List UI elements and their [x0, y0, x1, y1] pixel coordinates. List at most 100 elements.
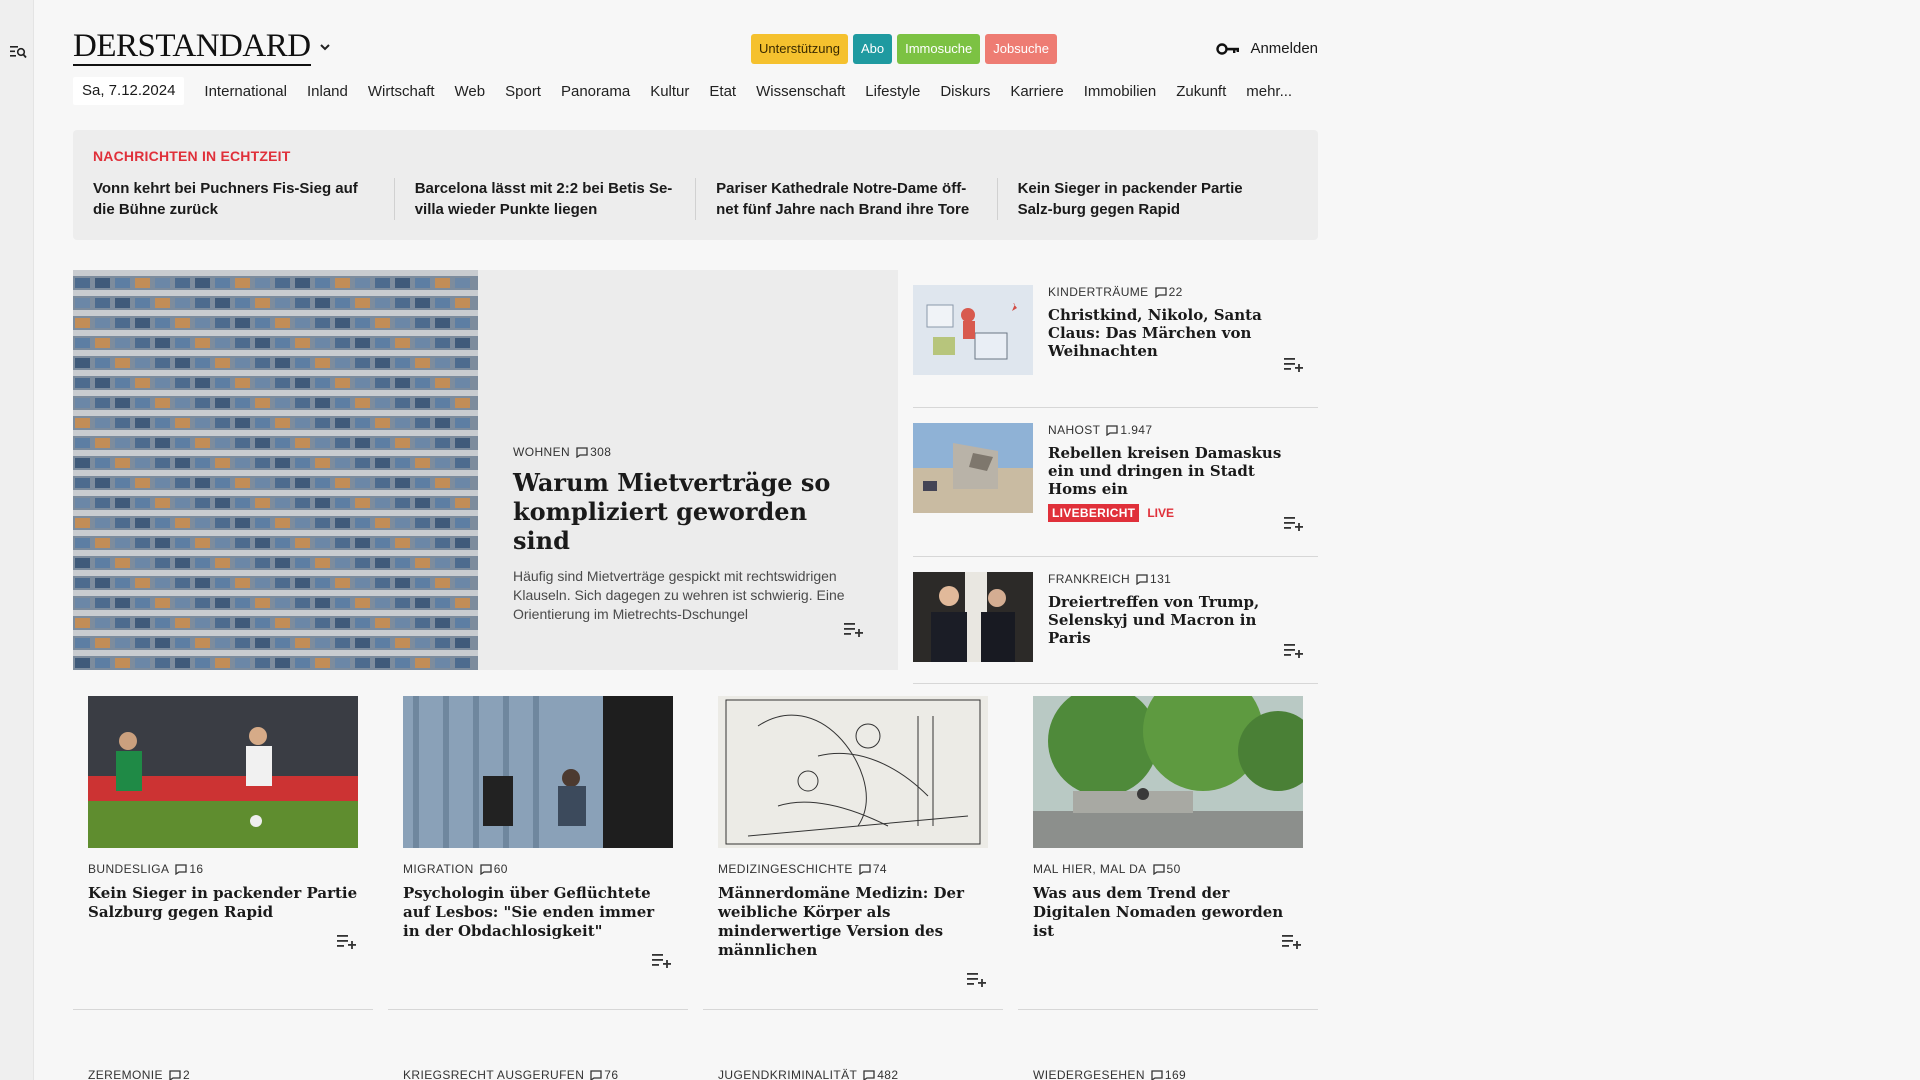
chevron-down-icon[interactable]	[318, 40, 332, 54]
comment-count[interactable]: 74	[859, 862, 887, 876]
add-to-list-icon[interactable]	[1283, 514, 1305, 532]
article-title[interactable]: Was aus dem Trend der Digitalen Nomaden …	[1033, 884, 1303, 941]
nav-more[interactable]: mehr...	[1246, 83, 1292, 100]
nav-item[interactable]: Karriere	[1010, 83, 1063, 100]
hero-article[interactable]: WOHNEN 308 Warum Mietverträge so kompliz…	[73, 270, 898, 670]
article-title[interactable]: Psychologin über Geflüchtete auf Lesbos:…	[403, 884, 673, 941]
kicker-label: JUGENDKRIMINALITÄT	[718, 1068, 858, 1080]
article-image	[913, 423, 1033, 513]
add-to-list-icon[interactable]	[1283, 641, 1305, 659]
nav-item[interactable]: Panorama	[561, 83, 630, 100]
kicker-label: ZEREMONIE	[88, 1068, 163, 1080]
ticker-link[interactable]: Vonn kehrt bei Puchners Fis-Sieg auf die…	[93, 178, 394, 220]
article-title[interactable]: Männerdomäne Medizin: Der weibliche Körp…	[718, 884, 988, 960]
ticker-heading: NACHRICHTEN IN ECHTZEIT	[93, 148, 291, 164]
header-pills: Unterstützung Abo Immosuche Jobsuche	[751, 34, 1057, 64]
ticker-link[interactable]: Pariser Kathedrale Notre-Dame öff-net fü…	[695, 178, 996, 220]
comment-icon	[1154, 286, 1167, 298]
comment-icon	[1106, 424, 1119, 436]
comment-icon	[1151, 1069, 1163, 1080]
nav-item[interactable]: International	[204, 83, 287, 100]
jobsuche-button[interactable]: Jobsuche	[985, 34, 1057, 64]
ticker-link[interactable]: Barcelona lässt mit 2:2 bei Betis Se-vil…	[393, 178, 695, 220]
hero-title[interactable]: Warum Mietverträge so kompliziert geword…	[513, 468, 853, 555]
abo-button[interactable]: Abo	[852, 34, 893, 64]
comment-count-value: 16	[189, 862, 204, 876]
article-card[interactable]: MIGRATION 60 Psychologin über Geflüchtet…	[388, 696, 688, 1010]
nav-item[interactable]: Diskurs	[940, 83, 990, 100]
article-card[interactable]: BUNDESLIGA 16 Kein Sieger in packender P…	[73, 696, 373, 1010]
kicker-label: WOHNEN	[513, 445, 571, 459]
comment-count[interactable]: 16	[175, 862, 203, 876]
add-to-list-icon[interactable]	[1281, 932, 1303, 950]
immosuche-button[interactable]: Immosuche	[897, 34, 981, 64]
comment-count[interactable]: 2	[169, 1068, 190, 1080]
nav-item[interactable]: Web	[455, 83, 486, 100]
comment-count[interactable]: 482	[863, 1068, 898, 1080]
kicker-label: MAL HIER, MAL DA	[1033, 862, 1147, 876]
add-to-list-icon[interactable]	[1283, 355, 1305, 373]
ticker-link[interactable]: Kein Sieger in packender Partie Salz-bur…	[996, 178, 1298, 220]
side-article[interactable]: KINDERTRÄUME 22 Christkind, Nikolo, Sant…	[913, 270, 1318, 408]
article-kicker: MEDIZINGESCHICHTE 74	[718, 862, 988, 876]
comment-count[interactable]: 76	[590, 1068, 618, 1080]
article-image	[88, 696, 358, 848]
article-image	[913, 572, 1033, 662]
comment-count[interactable]: 50	[1152, 862, 1181, 876]
comment-icon	[175, 863, 188, 875]
left-rail	[0, 0, 34, 1080]
add-to-list-icon[interactable]	[336, 932, 358, 950]
article-title[interactable]: Kein Sieger in packender Partie Salzburg…	[88, 884, 358, 922]
nav-item[interactable]: Inland	[307, 83, 348, 100]
add-to-list-icon[interactable]	[966, 970, 988, 988]
comment-count[interactable]: 1.947	[1106, 423, 1152, 437]
article-cards: BUNDESLIGA 16 Kein Sieger in packender P…	[73, 696, 1318, 1010]
comment-count-value: 2	[182, 1068, 191, 1080]
add-to-list-icon[interactable]	[843, 620, 865, 638]
nav-item[interactable]: Zukunft	[1176, 83, 1226, 100]
nav-item[interactable]: Sport	[505, 83, 541, 100]
nav-item[interactable]: Lifestyle	[865, 83, 920, 100]
comment-count[interactable]: 308	[576, 445, 611, 459]
comment-icon	[576, 446, 588, 458]
support-button[interactable]: Unterstützung	[751, 34, 848, 64]
search-menu-icon[interactable]	[9, 44, 27, 60]
news-ticker: NACHRICHTEN IN ECHTZEIT Vonn kehrt bei P…	[73, 130, 1318, 240]
comment-count[interactable]: 131	[1136, 572, 1171, 586]
nav-item[interactable]: Etat	[709, 83, 736, 100]
comment-count[interactable]: 60	[480, 862, 508, 876]
article-kicker: FRANKREICH 131	[1048, 572, 1303, 586]
comment-icon	[1136, 573, 1148, 585]
article-kicker[interactable]: ZEREMONIE 2	[73, 1068, 373, 1080]
comment-count-value: 60	[493, 862, 508, 876]
login-button[interactable]: Anmelden	[1216, 40, 1318, 57]
kicker-label: NAHOST	[1048, 423, 1101, 437]
comment-count-value: 169	[1164, 1068, 1187, 1080]
add-to-list-icon[interactable]	[651, 951, 673, 969]
nav-item[interactable]: Wirtschaft	[368, 83, 435, 100]
comment-count[interactable]: 169	[1151, 1068, 1186, 1080]
live-label: LIVE	[1147, 506, 1174, 520]
comment-count-value: 482	[877, 1068, 899, 1080]
article-card[interactable]: MEDIZINGESCHICHTE 74 Männerdomäne Medizi…	[703, 696, 1003, 1010]
nav-item[interactable]: Wissenschaft	[756, 83, 845, 100]
site-logo[interactable]: DERSTANDARD	[73, 30, 311, 66]
article-kicker[interactable]: JUGENDKRIMINALITÄT 482	[703, 1068, 1003, 1080]
comment-icon	[863, 1069, 875, 1080]
article-image	[403, 696, 673, 848]
comment-count[interactable]: 22	[1154, 285, 1183, 299]
kicker-label: BUNDESLIGA	[88, 862, 170, 876]
header: DERSTANDARD Unterstützung Abo Immosuche …	[73, 0, 1318, 72]
nav-item[interactable]: Kultur	[650, 83, 689, 100]
article-title[interactable]: Rebellen kreisen Damaskus ein und dringe…	[1048, 444, 1303, 498]
comment-icon	[1152, 863, 1165, 875]
side-article[interactable]: NAHOST 1.947 Rebellen kreisen Damaskus e…	[913, 408, 1318, 557]
article-image	[718, 696, 988, 848]
article-card[interactable]: MAL HIER, MAL DA 50 Was aus dem Trend de…	[1018, 696, 1318, 1010]
nav-item[interactable]: Immobilien	[1084, 83, 1157, 100]
article-kicker[interactable]: KRIEGSRECHT AUSGERUFEN 76	[388, 1068, 688, 1080]
article-title[interactable]: Christkind, Nikolo, Santa Claus: Das Mär…	[1048, 306, 1303, 360]
article-kicker[interactable]: WIEDERGESEHEN 169	[1018, 1068, 1318, 1080]
article-title[interactable]: Dreiertreffen von Trump, Selenskyj und M…	[1048, 593, 1303, 647]
side-article[interactable]: FRANKREICH 131 Dreiertreffen von Trump, …	[913, 557, 1318, 684]
